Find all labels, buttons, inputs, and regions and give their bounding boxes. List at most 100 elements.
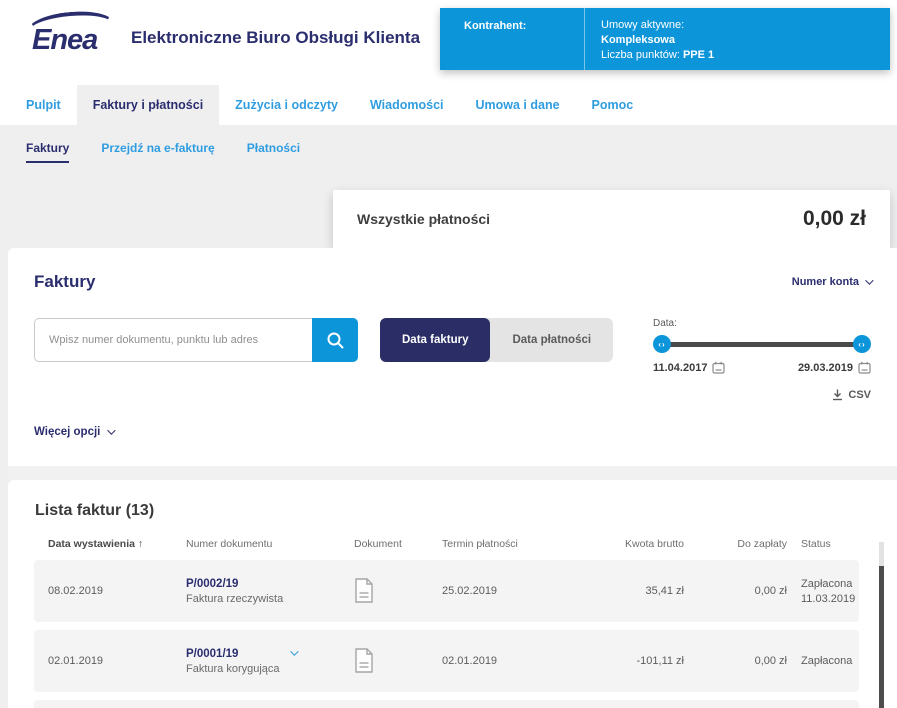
nav-item-pulpit[interactable]: Pulpit <box>10 85 77 125</box>
download-icon <box>832 389 843 401</box>
list-scrollbar-thumb[interactable] <box>879 566 884 708</box>
date-range-block: Data: ‹› ‹› 11.04.2017 <box>653 318 871 374</box>
main-nav: Pulpit Faktury i płatności Zużycia i odc… <box>0 85 897 125</box>
payments-summary-card: Wszystkie płatności 0,00 zł <box>333 190 890 248</box>
content-area: Faktury Numer konta Data faktury Data pł… <box>0 248 897 708</box>
date-range-slider: ‹› ‹› <box>653 335 871 353</box>
column-header-date[interactable]: Data wystawienia ↑ <box>48 538 186 550</box>
nav-item-zuzycia-i-odczyty[interactable]: Zużycia i odczyty <box>219 85 354 125</box>
invoice-due-date: 02.01.2019 <box>442 655 582 667</box>
filters-row: Data faktury Data płatności Data: ‹› ‹› … <box>8 292 897 374</box>
subnav-item-platnosci[interactable]: Płatności <box>247 141 300 163</box>
invoice-status-date: 11.03.2019 <box>801 593 859 605</box>
csv-row: CSV <box>8 388 897 406</box>
more-options-label: Więcej opcji <box>34 426 100 438</box>
panel-gap <box>8 466 897 480</box>
slider-handle-from[interactable]: ‹› <box>653 335 671 353</box>
invoice-doc-number-link[interactable]: P/0001/19 <box>186 648 280 660</box>
invoice-doc-info: P/0001/19 Faktura korygująca <box>186 648 280 675</box>
nav-item-pomoc[interactable]: Pomoc <box>576 85 650 125</box>
app-title: Elektroniczne Biuro Obsługi Klienta <box>131 28 420 48</box>
invoice-status: Zapłacona 11.03.2019 <box>787 578 859 605</box>
invoice-status-label: Zapłacona <box>801 655 859 667</box>
chevron-down-icon <box>865 276 873 284</box>
date-to-picker[interactable]: 29.03.2019 <box>798 361 871 374</box>
document-icon[interactable] <box>354 648 374 674</box>
invoice-row[interactable]: 08.02.2019 P/0002/19 Faktura rzeczywista… <box>34 560 859 622</box>
calendar-icon <box>712 361 725 374</box>
invoice-doc-cell: P/0002/19 Faktura rzeczywista <box>186 578 354 605</box>
chevron-down-icon <box>108 426 116 434</box>
invoice-status: Zapłacona <box>787 655 859 667</box>
calendar-icon <box>858 361 871 374</box>
invoice-to-pay-amount: 0,00 zł <box>684 585 787 597</box>
date-from-value: 11.04.2017 <box>653 362 707 374</box>
nav-item-wiadomosci[interactable]: Wiadomości <box>354 85 460 125</box>
column-header-doc-number[interactable]: Numer dokumentu <box>186 538 354 550</box>
column-header-to-pay[interactable]: Do zapłaty <box>684 538 787 550</box>
points-line: Liczba punktów: PPE 1 <box>601 48 890 63</box>
invoice-gross-amount: 35,41 zł <box>582 585 684 597</box>
invoice-doc-type: Faktura korygująca <box>186 663 280 675</box>
csv-download-link[interactable]: CSV <box>832 389 871 401</box>
invoice-due-date: 25.02.2019 <box>442 585 582 597</box>
account-number-label: Numer konta <box>792 276 859 288</box>
account-number-dropdown[interactable]: Numer konta <box>792 276 871 288</box>
column-header-status[interactable]: Status <box>787 538 859 550</box>
nav-item-umowa-i-dane[interactable]: Umowa i dane <box>460 85 576 125</box>
sort-arrow-up-icon: ↑ <box>138 538 143 550</box>
toggle-invoice-date-button[interactable]: Data faktury <box>380 318 490 362</box>
date-range-values: 11.04.2017 29.03.2019 <box>653 361 871 374</box>
enea-logo-text: Enea <box>32 24 97 57</box>
date-to-value: 29.03.2019 <box>798 362 853 374</box>
invoice-list-title: Lista faktur (13) <box>8 480 897 520</box>
column-header-due-date[interactable]: Termin płatności <box>442 538 582 550</box>
subnav-band: Faktury Przejdź na e-fakturę Płatności W… <box>0 125 897 248</box>
points-value: PPE 1 <box>683 49 714 61</box>
payments-summary-amount: 0,00 zł <box>803 207 866 231</box>
invoice-status-label: Zapłacona <box>801 578 859 590</box>
invoice-doc-cell: P/0001/19 Faktura korygująca <box>186 648 354 675</box>
slider-track-line <box>659 342 865 347</box>
subnav-item-efaktura[interactable]: Przejdź na e-fakturę <box>101 141 214 163</box>
points-label: Liczba punktów: <box>601 49 680 61</box>
expand-row-chevron-icon[interactable] <box>290 647 298 655</box>
date-from-picker[interactable]: 11.04.2017 <box>653 361 725 374</box>
invoice-to-pay-amount: 0,00 zł <box>684 655 787 667</box>
invoice-doc-number-link[interactable]: P/0002/19 <box>186 578 283 590</box>
invoice-doc-info: P/0002/19 Faktura rzeczywista <box>186 578 283 605</box>
toggle-payment-date-button[interactable]: Data płatności <box>490 318 613 362</box>
sub-nav: Faktury Przejdź na e-fakturę Płatności <box>0 125 897 163</box>
active-contracts-label: Umowy aktywne: <box>601 18 890 33</box>
column-header-gross[interactable]: Kwota brutto <box>582 538 684 550</box>
enea-logo[interactable]: Enea <box>26 14 121 66</box>
search-input[interactable] <box>34 318 312 362</box>
contract-type: Kompleksowa <box>601 33 890 48</box>
date-type-toggle: Data faktury Data płatności <box>380 318 613 362</box>
contractor-label: Kontrahent: <box>440 8 585 70</box>
csv-label: CSV <box>848 389 871 401</box>
contractor-card: Kontrahent: Umowy aktywne: Kompleksowa L… <box>440 8 890 70</box>
search-group <box>34 318 358 362</box>
invoice-doc-type: Faktura rzeczywista <box>186 593 283 605</box>
date-range-label: Data: <box>653 318 871 329</box>
invoice-gross-amount: -101,11 zł <box>582 655 684 667</box>
nav-item-faktury-i-platnosci[interactable]: Faktury i płatności <box>77 85 219 125</box>
invoices-section-title: Faktury <box>34 272 95 292</box>
document-icon[interactable] <box>354 578 374 604</box>
invoice-date: 08.02.2019 <box>48 585 186 597</box>
invoice-row[interactable]: 02.01.2019 P/0001/19 Faktura korygująca … <box>34 630 859 692</box>
column-header-document[interactable]: Dokument <box>354 538 442 550</box>
column-header-date-label: Data wystawienia <box>48 538 135 550</box>
invoice-row-partial[interactable] <box>34 700 859 708</box>
invoice-list-panel: Lista faktur (13) Data wystawienia ↑ Num… <box>8 480 897 708</box>
invoice-table-header: Data wystawienia ↑ Numer dokumentu Dokum… <box>34 538 859 550</box>
invoices-filter-panel: Faktury Numer konta Data faktury Data pł… <box>8 248 897 466</box>
slider-handle-to[interactable]: ‹› <box>853 335 871 353</box>
search-button[interactable] <box>312 318 358 362</box>
search-icon <box>326 331 345 350</box>
subnav-item-faktury[interactable]: Faktury <box>26 141 69 163</box>
more-options-toggle[interactable]: Więcej opcji <box>34 426 113 438</box>
contract-info: Umowy aktywne: Kompleksowa Liczba punktó… <box>585 8 890 70</box>
invoice-document-cell <box>354 648 442 674</box>
